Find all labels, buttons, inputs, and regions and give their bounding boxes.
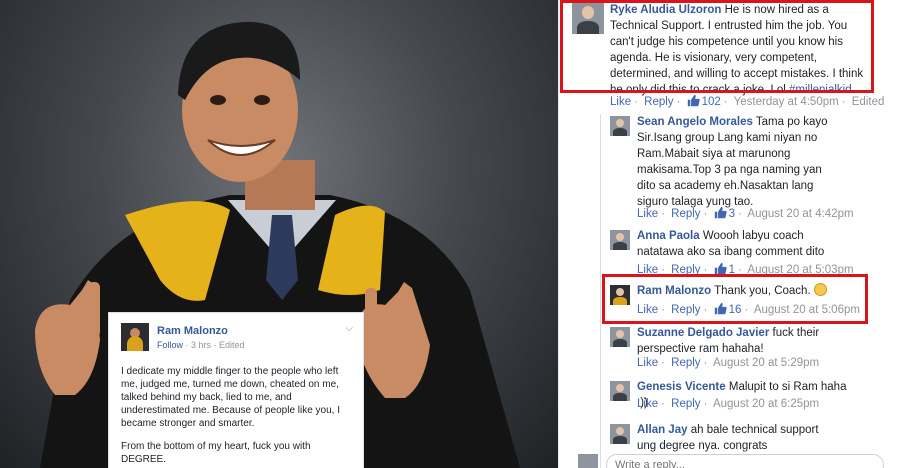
comment-actions: Like · Reply · August 20 at 5:29pm — [637, 357, 820, 369]
like-button[interactable]: Like — [637, 208, 658, 220]
comment-edited: Edited — [851, 96, 885, 108]
avatar[interactable] — [610, 116, 630, 136]
comment-body: Tama po kayo Sir.Isang group Lang kami n… — [637, 116, 828, 208]
comment-time[interactable]: August 20 at 5:29pm — [713, 357, 819, 369]
reply-button[interactable]: Reply — [671, 208, 700, 220]
comment-actions: Like · Reply · August 20 at 6:25pm — [637, 398, 820, 410]
post-author[interactable]: Ram Malonzo — [157, 325, 228, 337]
chevron-down-icon[interactable]: ⌵ — [345, 323, 353, 334]
post-time: 3 hrs — [191, 340, 212, 350]
reply-box — [578, 452, 884, 468]
comment-actions: Like · Reply · 102 · Yesterday at 4:50pm · E… — [610, 94, 885, 108]
comment-time[interactable]: August 20 at 5:06pm — [754, 304, 860, 316]
comment-author[interactable]: Suzanne Delgado Javier — [637, 327, 769, 339]
post-edited: Edited — [219, 340, 245, 350]
avatar[interactable] — [610, 285, 630, 305]
like-count[interactable]: 102 — [702, 96, 721, 108]
reply-button[interactable]: Reply — [671, 304, 700, 316]
comment-text: Anna Paola Woooh labyu coach natatawa ak… — [637, 228, 833, 260]
reply-button[interactable]: Reply — [671, 264, 700, 276]
comment-actions: Like · Reply · 16 · August 20 at 5:06pm — [637, 302, 860, 316]
comment-author[interactable]: Allan Jay — [637, 424, 688, 436]
comment-author[interactable]: Anna Paola — [637, 230, 700, 242]
like-button[interactable]: Like — [637, 357, 658, 369]
comment-time[interactable]: August 20 at 6:25pm — [713, 398, 819, 410]
like-count[interactable]: 1 — [729, 264, 735, 276]
comment-text: Ryke Aludia Ulzoron He is now hired as a… — [610, 2, 868, 98]
comment-actions: Like · Reply · 1 · August 20 at 5:03pm — [637, 262, 854, 276]
post-meta: Follow · 3 hrs · Edited — [157, 340, 245, 350]
avatar[interactable] — [121, 323, 149, 351]
like-button[interactable]: Like — [637, 304, 658, 316]
avatar[interactable] — [610, 327, 630, 347]
thumbs-up-icon — [714, 302, 727, 315]
comment-author[interactable]: Ryke Aludia Ulzoron — [610, 4, 721, 16]
avatar[interactable] — [572, 2, 604, 34]
comment-text: Sean Angelo Morales Tama po kayo Sir.Isa… — [637, 114, 833, 210]
reply-input[interactable] — [606, 454, 884, 468]
comment-time[interactable]: August 20 at 4:42pm — [747, 208, 853, 220]
follow-link[interactable]: Follow — [157, 340, 183, 350]
comment-author[interactable]: Genesis Vicente — [637, 381, 726, 393]
comment-text: Ram Malonzo Thank you, Coach. — [637, 283, 862, 299]
post-paragraph: I dedicate my middle finger to the peopl… — [121, 366, 341, 429]
comment-time[interactable]: Yesterday at 4:50pm — [734, 96, 839, 108]
avatar[interactable] — [610, 230, 630, 250]
reply-button[interactable]: Reply — [671, 398, 700, 410]
avatar[interactable] — [610, 424, 630, 444]
comment-text: Suzanne Delgado Javier fuck their perspe… — [637, 325, 833, 357]
reply-button[interactable]: Reply — [644, 96, 673, 108]
post-paragraph: From the bottom of my heart, fuck you wi… — [121, 441, 311, 465]
facebook-post-card: Ram Malonzo Follow · 3 hrs · Edited ⌵ I … — [108, 312, 364, 468]
comment-text: Allan Jay ah bale technical support ung … — [637, 422, 833, 452]
crying-laughing-emoji-icon — [813, 283, 827, 296]
graduation-photo: Ram Malonzo Follow · 3 hrs · Edited ⌵ I … — [0, 0, 558, 468]
post-body: I dedicate my middle finger to the peopl… — [121, 365, 357, 468]
avatar — [578, 454, 598, 468]
like-count[interactable]: 16 — [729, 304, 742, 316]
thumbs-up-icon — [714, 206, 727, 219]
comment-author[interactable]: Ram Malonzo — [637, 285, 711, 297]
comment-actions: Like · Reply · 3 · August 20 at 4:42pm — [637, 206, 854, 220]
thumbs-up-icon — [714, 262, 727, 275]
comment-author[interactable]: Sean Angelo Morales — [637, 116, 753, 128]
like-button[interactable]: Like — [610, 96, 631, 108]
like-button[interactable]: Like — [637, 264, 658, 276]
like-count[interactable]: 3 — [729, 208, 735, 220]
avatar[interactable] — [610, 381, 630, 401]
comment-time[interactable]: August 20 at 5:03pm — [747, 264, 853, 276]
reply-thread-line — [600, 114, 601, 468]
comment-body: Thank you, Coach. — [714, 285, 811, 297]
thumbs-up-icon — [687, 94, 700, 107]
reply-button[interactable]: Reply — [671, 357, 700, 369]
comment-body: He is now hired as a Technical Support. … — [610, 4, 864, 96]
like-button[interactable]: Like — [637, 398, 658, 410]
